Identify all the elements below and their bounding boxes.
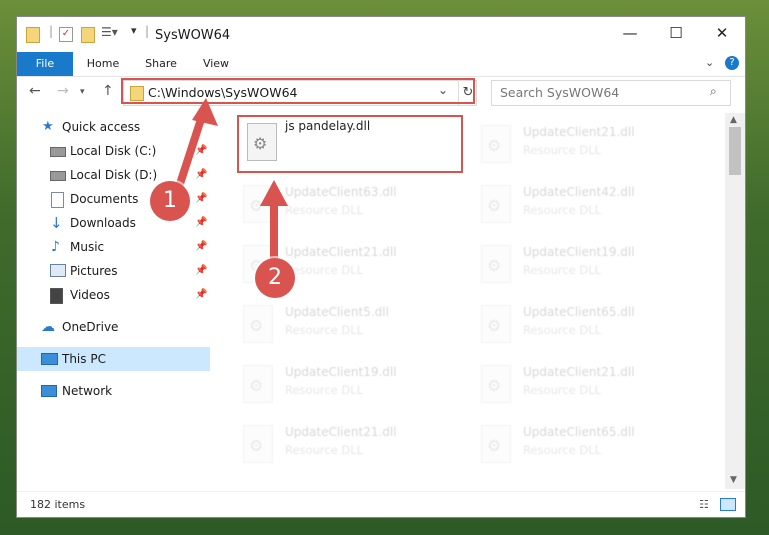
search-input[interactable]: Search SysWOW64	[500, 85, 619, 100]
separator: |	[49, 24, 54, 38]
minimize-button[interactable]: —	[607, 17, 653, 50]
cloud-icon: ☁	[41, 319, 55, 335]
properties-icon[interactable]: ✓	[59, 27, 73, 42]
callout-1: 1	[150, 181, 190, 221]
drive-icon	[50, 147, 66, 157]
new-folder-icon[interactable]	[81, 27, 95, 43]
computer-icon	[41, 353, 58, 365]
file-item[interactable]: UpdateClient21.dll Resource DLL	[475, 121, 685, 169]
large-icons-view-icon[interactable]	[720, 498, 736, 511]
pin-icon[interactable]: 📌	[195, 235, 207, 259]
nav-network[interactable]: Network	[17, 379, 210, 403]
pictures-icon	[50, 264, 66, 277]
star-icon: ★	[42, 119, 54, 134]
details-view-icon[interactable]: ☷	[699, 498, 709, 511]
file-item[interactable]: UpdateClient65.dll Resource DLL	[475, 421, 685, 469]
up-arrow-icon[interactable]: ↑	[102, 83, 114, 99]
nav-videos[interactable]: Videos 📌	[17, 283, 210, 307]
status-bar: 182 items ☷	[17, 491, 745, 518]
tab-file[interactable]: File	[17, 52, 73, 76]
nav-pictures[interactable]: Pictures 📌	[17, 259, 210, 283]
nav-this-pc[interactable]: This PC	[17, 347, 210, 371]
dll-file-icon	[243, 305, 273, 343]
scroll-down-icon[interactable]: ▼	[730, 475, 737, 485]
nav-onedrive[interactable]: ☁ OneDrive	[17, 315, 210, 339]
pin-icon[interactable]: 📌	[195, 187, 207, 211]
dll-file-icon	[481, 425, 511, 463]
file-item[interactable]: UpdateClient42.dll Resource DLL	[475, 181, 685, 229]
address-dropdown-icon[interactable]: ⌄	[438, 83, 448, 97]
pin-icon[interactable]: 📌	[195, 139, 207, 163]
chevron-down-icon[interactable]: ⌄	[705, 56, 714, 69]
tab-share[interactable]: Share	[137, 52, 185, 76]
nav-local-disk-c[interactable]: Local Disk (C:) 📌	[17, 139, 210, 163]
file-item[interactable]: UpdateClient65.dll Resource DLL	[475, 301, 685, 349]
document-icon	[51, 192, 64, 208]
address-path[interactable]: C:\Windows\SysWOW64	[148, 85, 297, 100]
recent-locations-icon[interactable]: ▾	[80, 87, 85, 97]
dll-file-icon	[481, 245, 511, 283]
search-box[interactable]: Search SysWOW64 ⌕	[491, 80, 731, 106]
ribbon-tabs: File Home Share View ⌄ ?	[17, 52, 745, 77]
file-item[interactable]: UpdateClient5.dll Resource DLL	[237, 301, 447, 349]
pin-icon[interactable]: 📌	[195, 211, 207, 235]
video-icon	[50, 288, 63, 304]
nav-quick-access[interactable]: ★ Quick access	[17, 115, 210, 139]
folder-icon	[130, 86, 144, 101]
scrollbar-thumb[interactable]	[729, 127, 741, 175]
file-item[interactable]: UpdateClient21.dll Resource DLL	[475, 361, 685, 409]
file-highlight-box	[237, 115, 463, 173]
navigation-pane: ★ Quick access Local Disk (C:) 📌 Local D…	[17, 113, 210, 489]
close-button[interactable]: ✕	[699, 17, 745, 50]
forward-arrow-icon[interactable]: →	[57, 83, 69, 99]
refresh-icon[interactable]: ↻	[458, 81, 477, 105]
download-icon: ↓	[50, 214, 63, 232]
dll-file-icon	[243, 365, 273, 403]
explorer-window: | ✓ ☰▾ ▾ | SysWOW64 — ☐ ✕ File Home Shar…	[17, 17, 745, 517]
scroll-up-icon[interactable]: ▲	[730, 115, 737, 125]
file-list: js pandelay.dll UpdateClient21.dll Resou…	[213, 113, 725, 489]
dll-file-icon	[481, 365, 511, 403]
tab-view[interactable]: View	[193, 52, 239, 76]
address-row: ← → ▾ ↑ C:\Windows\SysWOW64 ⌄ ↻ Search S…	[17, 77, 745, 109]
dll-file-icon	[243, 185, 273, 223]
quick-access-toolbar-dropdown-icon[interactable]: ▾	[131, 24, 137, 37]
vertical-scrollbar[interactable]: ▲ ▼	[725, 113, 745, 489]
address-bar[interactable]: C:\Windows\SysWOW64 ⌄ ↻	[123, 80, 477, 106]
dll-file-icon	[481, 305, 511, 343]
callout-2: 2	[255, 258, 295, 298]
file-item[interactable]: UpdateClient21.dll Resource DLL	[237, 421, 447, 469]
dll-file-icon	[481, 125, 511, 163]
tab-home[interactable]: Home	[79, 52, 127, 76]
folder-icon	[26, 27, 40, 43]
network-icon	[41, 385, 57, 397]
title-bar: | ✓ ☰▾ ▾ | SysWOW64 — ☐ ✕	[17, 17, 745, 50]
file-item[interactable]: UpdateClient63.dll Resource DLL	[237, 181, 447, 229]
dll-file-icon	[481, 185, 511, 223]
music-icon: ♪	[51, 239, 60, 255]
pin-icon[interactable]: 📌	[195, 283, 207, 307]
window-title: SysWOW64	[155, 28, 231, 43]
nav-music[interactable]: ♪ Music 📌	[17, 235, 210, 259]
item-count: 182 items	[30, 498, 86, 511]
separator: |	[145, 24, 150, 38]
help-icon[interactable]: ?	[725, 56, 739, 70]
customize-icon[interactable]: ☰▾	[101, 25, 118, 39]
back-arrow-icon[interactable]: ←	[29, 83, 41, 99]
file-item[interactable]: UpdateClient19.dll Resource DLL	[237, 361, 447, 409]
drive-icon	[50, 171, 66, 181]
dll-file-icon	[243, 425, 273, 463]
pin-icon[interactable]: 📌	[195, 163, 207, 187]
search-icon[interactable]: ⌕	[710, 84, 717, 99]
file-item[interactable]: UpdateClient19.dll Resource DLL	[475, 241, 685, 289]
pin-icon[interactable]: 📌	[195, 259, 207, 283]
maximize-button[interactable]: ☐	[653, 17, 699, 50]
